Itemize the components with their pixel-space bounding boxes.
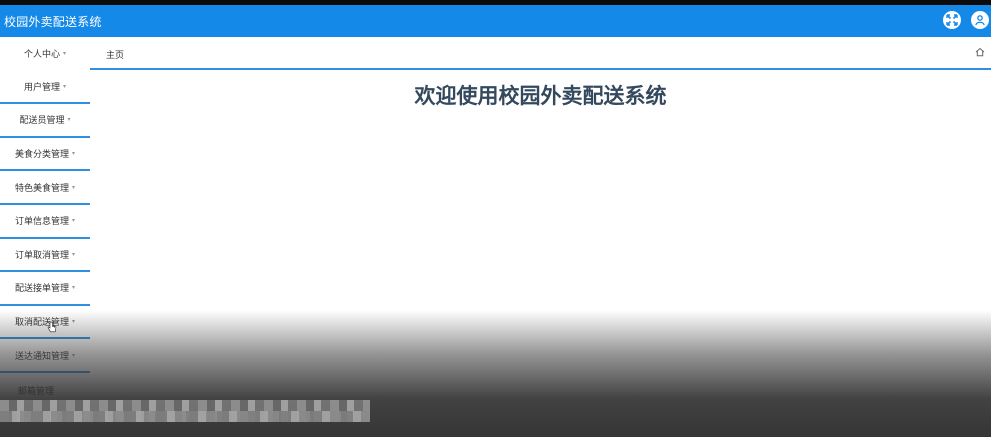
breadcrumb-home[interactable]: 主页 [106, 48, 124, 61]
sidebar-item-label: 特色美食管理 [14, 183, 69, 194]
chevron-down-icon: ▾ [67, 116, 71, 124]
chevron-down-icon: ▾ [63, 82, 67, 90]
fullscreen-button[interactable] [943, 11, 961, 29]
fullscreen-icon [946, 14, 958, 26]
home-icon[interactable] [975, 47, 985, 57]
app-header: 校园外卖配送系统 [0, 5, 991, 37]
chevron-down-icon: ▾ [72, 217, 76, 225]
chevron-down-icon: ▾ [72, 150, 76, 158]
chevron-down-icon: ▾ [72, 284, 76, 292]
breadcrumb: 主页 [90, 37, 991, 70]
sidebar-item-label: 个人中心 [23, 50, 60, 61]
chevron-down-icon: ▾ [63, 50, 67, 58]
sidebar-item-delivery-cancellations[interactable]: 取消配送管理 ▾ [0, 305, 90, 340]
sidebar-item-label: 美食分类管理 [14, 150, 69, 161]
sidebar-item-label: 送达通知管理 [14, 351, 69, 362]
chevron-down-icon: ▾ [72, 351, 76, 359]
sidebar-item-label: 配送接单管理 [14, 284, 69, 295]
sidebar: 个人中心 ▾ 用户管理 ▾ 配送员管理 ▾ 美食分类管理 ▾ 特色美食管理 ▾ 订单信息管… [0, 37, 90, 373]
chevron-down-icon: ▾ [72, 250, 76, 258]
pixelated-caption-lower [0, 411, 370, 422]
chevron-down-icon: ▾ [72, 318, 76, 326]
sidebar-item-label: 配送员管理 [19, 116, 65, 127]
welcome-heading: 欢迎使用校园外卖配送系统 [414, 84, 667, 108]
chevron-down-icon: ▾ [72, 183, 76, 191]
app-title: 校园外卖配送系统 [4, 15, 102, 29]
sidebar-item-delivery-notices[interactable]: 送达通知管理 ▾ [0, 339, 90, 373]
hand-cursor-icon [47, 321, 57, 333]
sidebar-item-order-cancellations[interactable]: 订单取消管理 ▾ [0, 238, 90, 273]
sidebar-item-featured-food[interactable]: 特色美食管理 ▾ [0, 171, 90, 205]
sidebar-item-label: 用户管理 [23, 82, 60, 93]
sidebar-item-orders[interactable]: 订单信息管理 ▾ [0, 204, 90, 239]
sidebar-item-couriers[interactable]: 配送员管理 ▾ [0, 104, 90, 138]
sidebar-item-personal-center[interactable]: 个人中心 ▾ [0, 37, 90, 71]
user-button[interactable] [971, 11, 989, 29]
user-icon [975, 15, 985, 26]
sidebar-item-label: 订单信息管理 [14, 217, 69, 228]
sidebar-item-delivery-acceptance[interactable]: 配送接单管理 ▾ [0, 272, 90, 306]
sidebar-item-label: 订单取消管理 [14, 250, 69, 261]
sidebar-item-partial[interactable]: 邮箱管理 [18, 384, 54, 397]
sidebar-item-label: 取消配送管理 [14, 318, 69, 329]
sidebar-item-users[interactable]: 用户管理 ▾ [0, 70, 90, 105]
sidebar-item-food-categories[interactable]: 美食分类管理 ▾ [0, 137, 90, 172]
